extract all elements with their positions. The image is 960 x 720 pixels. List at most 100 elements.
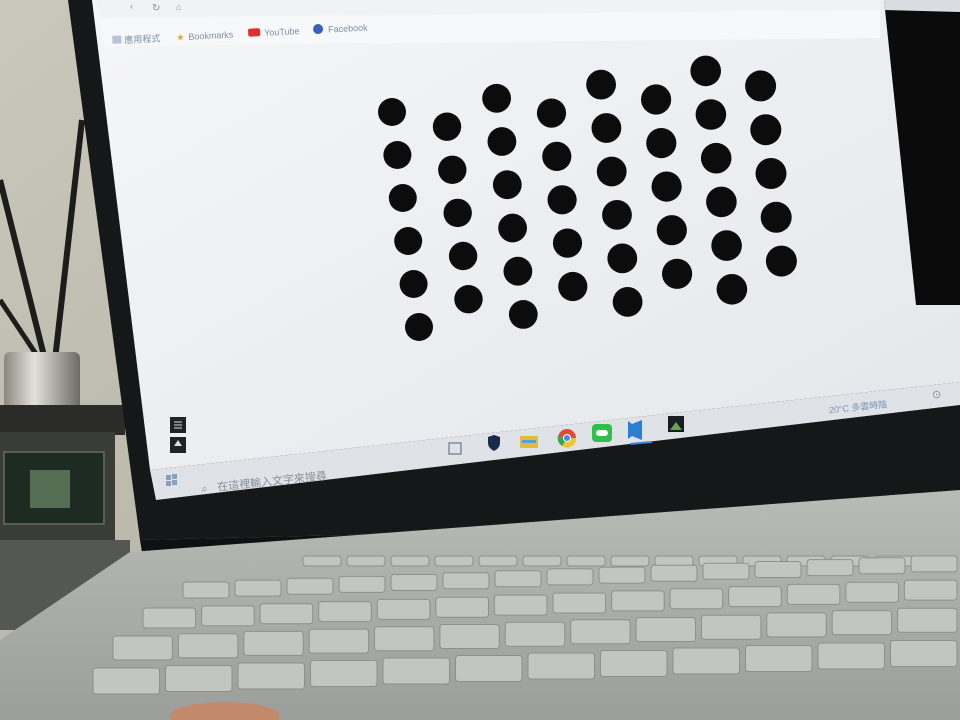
keyboard-key	[455, 655, 523, 682]
keyboard-key	[435, 596, 489, 618]
keyboard-key	[182, 581, 230, 599]
photo-scene: ‹ ↻ ⌂ 應用程式 ★ Bookmarks YouTube Facebook	[0, 0, 960, 720]
pattern-dot	[388, 184, 417, 212]
keyboard-key	[890, 640, 958, 667]
vscode-icon[interactable]	[628, 420, 642, 440]
pattern-dot	[405, 313, 433, 341]
keyboard-key	[728, 586, 782, 608]
back-icon[interactable]: ‹	[130, 1, 133, 11]
keyboard-key	[669, 588, 724, 610]
pattern-dot	[646, 128, 677, 159]
keyboard-key	[259, 603, 314, 625]
keyboard-key	[237, 662, 305, 690]
pattern-dot	[695, 99, 727, 130]
keyboard-key	[142, 607, 197, 629]
pattern-dot	[508, 300, 538, 329]
pattern-dot	[547, 185, 577, 215]
pattern-dot	[498, 213, 527, 243]
pattern-dot	[487, 127, 517, 156]
keyboard-key	[374, 626, 435, 652]
keyboard-key	[308, 628, 370, 654]
star-icon: ★	[176, 32, 185, 42]
reload-icon[interactable]: ↻	[152, 3, 160, 14]
pattern-dot	[760, 201, 792, 233]
pattern-dot	[552, 228, 583, 258]
pattern-dot	[711, 230, 742, 261]
pattern-dot	[454, 285, 483, 314]
keyboard-key	[845, 581, 900, 603]
keyboard-key	[234, 579, 282, 597]
keyboard-key	[897, 607, 958, 633]
pattern-dot	[482, 83, 511, 113]
keyboard-key	[338, 575, 386, 593]
keyboard-key	[302, 555, 342, 567]
keyboard-key	[610, 555, 650, 567]
pattern-dot	[706, 186, 737, 218]
keyboard-key	[635, 617, 696, 642]
keyboard-key	[654, 555, 694, 567]
keyboard-key	[546, 568, 594, 586]
keyboard-key	[786, 583, 841, 605]
pattern-dot	[536, 98, 567, 128]
bookmark-label: YouTube	[264, 26, 300, 38]
pattern-dot	[690, 55, 721, 87]
pattern-dot	[394, 227, 423, 255]
keyboard-key	[165, 665, 233, 692]
keyboard-key	[439, 624, 500, 649]
keyboard-key	[376, 598, 431, 620]
pattern-dot	[765, 245, 797, 277]
keyboard-key	[201, 605, 255, 627]
tray-icon[interactable]: ⊙	[932, 389, 941, 401]
keyboard-key	[858, 557, 906, 575]
bookmark-label: Facebook	[328, 22, 368, 34]
keyboard-key	[745, 645, 813, 672]
pattern-dot	[755, 158, 787, 189]
apps-grid-icon	[112, 35, 122, 44]
keyboard-key	[286, 577, 334, 595]
keyboard-key	[390, 574, 438, 591]
pattern-dot	[656, 215, 687, 246]
pattern-dot	[492, 170, 522, 200]
keyboard-key	[672, 647, 740, 675]
pattern-dot	[651, 171, 682, 202]
pattern-dot	[586, 69, 616, 100]
pattern-dot	[700, 142, 732, 174]
bookmark-label: 應用程式	[124, 32, 161, 45]
pattern-dot	[641, 84, 672, 115]
pattern-dot	[503, 256, 533, 286]
pattern-dot	[443, 198, 472, 228]
keyboard-key	[903, 579, 958, 601]
keyboard-key	[552, 592, 607, 614]
keyboard-key	[346, 555, 386, 567]
pattern-dot	[432, 112, 462, 141]
keyboard-key	[318, 601, 372, 623]
keyboard-key	[611, 590, 665, 612]
search-icon: ⌕	[201, 483, 208, 496]
keyboard-key	[522, 555, 562, 567]
home-icon[interactable]: ⌂	[176, 2, 181, 12]
keyboard-key	[442, 572, 490, 590]
keyboard-key	[570, 619, 631, 645]
keyboard-key	[92, 667, 160, 695]
pattern-dot	[558, 271, 588, 302]
keyboard-key	[702, 562, 750, 580]
keyboard-key	[910, 555, 958, 573]
pattern-dot	[607, 243, 638, 274]
keyboard-key	[310, 660, 378, 687]
keyboard-key	[478, 555, 518, 567]
keyboard-key	[243, 630, 304, 656]
pattern-dot	[383, 141, 412, 169]
keyboard-key	[650, 564, 698, 582]
keyboard-key	[600, 650, 668, 677]
pattern-dot	[612, 287, 643, 317]
pattern-dot	[662, 258, 693, 289]
keyboard-key	[831, 610, 893, 636]
pattern-dot	[591, 113, 622, 143]
pattern-dot	[399, 270, 428, 298]
pattern-dot	[438, 155, 467, 184]
keyboard-key	[382, 657, 450, 685]
keyboard-key	[754, 561, 802, 578]
keyboard-key	[493, 594, 548, 616]
keyboard-key	[701, 614, 762, 640]
windows-icon	[166, 475, 171, 480]
